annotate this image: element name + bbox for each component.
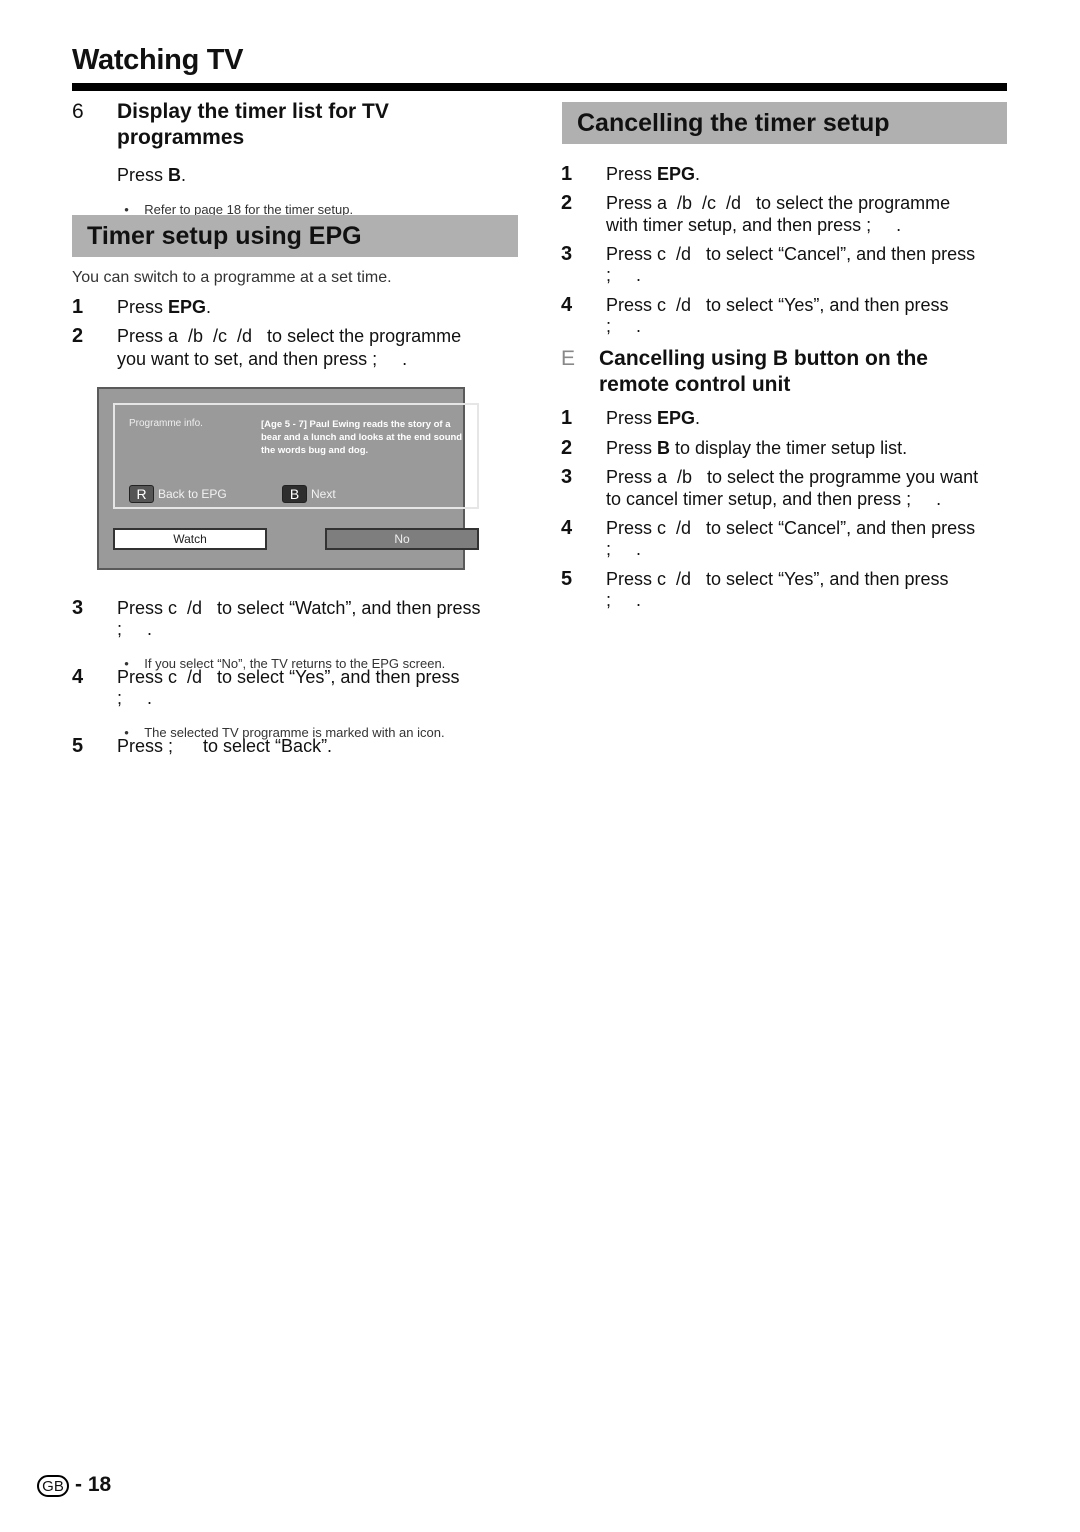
cancel-step-4: 4 Press c /d to select “Yes”, and then p… xyxy=(561,294,949,336)
cancel-b-step-2: 2 Press B to display the timer setup lis… xyxy=(561,437,908,459)
no-button[interactable]: No xyxy=(325,528,479,550)
timer-step-2: 2 Press a /b /c /d to select the program… xyxy=(72,325,462,369)
step-number: 6 xyxy=(72,100,84,123)
next-hint: B Next xyxy=(282,485,336,503)
timer-step-1: 1 Press EPG. xyxy=(72,296,212,318)
r-key-icon: R xyxy=(129,485,154,503)
display-timer-heading: 6 Display the timer list for TV programm… xyxy=(72,99,532,153)
cancel-step-2: 2 Press a /b /c /d to select the program… xyxy=(561,192,951,235)
tv-screen-illustration: Programme info. [Age 5 - 7] Paul Ewing r… xyxy=(97,387,479,570)
press-b-instruction: Press B. xyxy=(117,165,187,185)
timer-setup-intro: You can switch to a programme at a set t… xyxy=(72,269,392,286)
region-gb-icon: GB xyxy=(37,1475,69,1497)
section-heading-cancel-timer: Cancelling the timer setup xyxy=(562,102,1007,144)
b-key-icon: B xyxy=(282,485,307,503)
cancel-b-step-1: 1 Press EPG. xyxy=(561,407,701,429)
section-heading-timer-setup: Timer setup using EPG xyxy=(72,215,518,257)
key-b: B xyxy=(168,165,182,185)
page-number: - 18 xyxy=(75,1473,112,1496)
section-marker-icon: E xyxy=(561,347,576,370)
back-to-epg-hint: R Back to EPG xyxy=(129,485,227,503)
heading-line-1: Display the timer list for TV xyxy=(117,100,389,123)
cancel-b-step-3: 3 Press a /b to select the programme you… xyxy=(561,466,979,509)
cancel-step-3: 3 Press c /d to select “Cancel”, and the… xyxy=(561,243,976,285)
cancel-b-step-4: 4 Press c /d to select “Cancel”, and the… xyxy=(561,517,976,559)
cancel-b-step-5: 5 Press c /d to select “Yes”, and then p… xyxy=(561,568,949,610)
timer-step-4: 4 Press c /d to select “Yes”, and then p… xyxy=(72,666,460,708)
programme-description: [Age 5 - 7] Paul Ewing reads the story o… xyxy=(261,419,463,456)
title-rule xyxy=(72,83,1007,91)
watch-button[interactable]: Watch xyxy=(113,528,267,550)
programme-info-panel: Programme info. [Age 5 - 7] Paul Ewing r… xyxy=(113,403,479,509)
timer-step-5: 5 Press ; to select “Back”. xyxy=(72,735,333,757)
heading-line-1: Cancelling using B button on the xyxy=(599,347,928,370)
heading-line-2: remote control unit xyxy=(599,373,791,396)
cancel-b-heading: E Cancelling using B button on the remot… xyxy=(561,346,1021,400)
heading-line-2: programmes xyxy=(117,126,245,149)
cancel-step-1: 1 Press EPG. xyxy=(561,163,701,185)
note-refer-page: • Refer to page 18 for the timer setup. xyxy=(124,202,354,217)
page-title: Watching TV xyxy=(72,44,244,76)
programme-info-label: Programme info. xyxy=(129,418,203,429)
timer-step-3: 3 Press c /d to select “Watch”, and then… xyxy=(72,597,481,639)
